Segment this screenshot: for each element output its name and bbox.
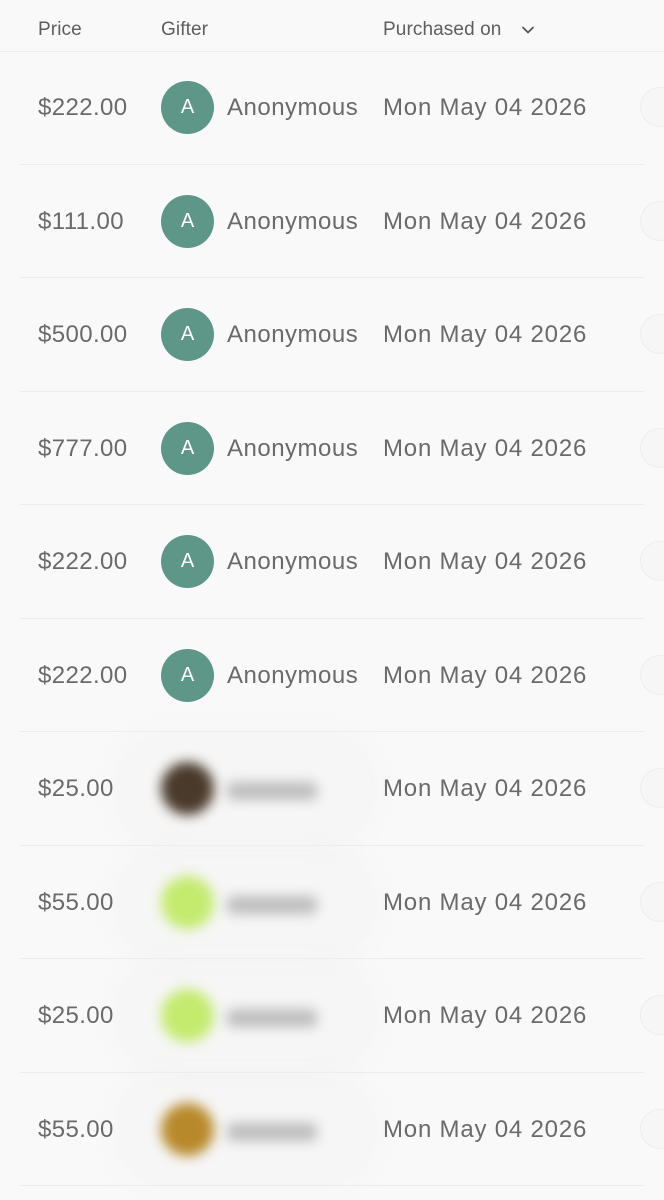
gift-purchases-table: Price Gifter Purchased on $222.00 A Anonym… [0,0,664,1200]
row-action-button[interactable] [640,654,664,695]
table-row[interactable]: $55.00 Mon May 04 2026 [0,1066,664,1193]
purchased-date-cell: Mon May 04 2026 [383,548,588,575]
gifter-name: Anonymous [227,207,359,235]
gifter-name [227,1122,317,1141]
table-row[interactable]: $222.00 A Anonymous Mon May 04 2026 [0,51,664,165]
table-row[interactable]: $777.00 A Anonymous Mon May 04 2026 [0,392,664,505]
purchased-date-cell: Mon May 04 2026 [383,661,588,689]
price-cell: $222.00 [38,661,128,689]
table-header: Price Gifter Purchased on [0,0,664,52]
column-header-price[interactable]: Price [38,19,82,41]
gifter-name [227,1009,317,1027]
row-action-button[interactable] [640,87,664,127]
gifter-name [227,895,317,914]
purchased-date-cell: Mon May 04 2026 [383,434,588,462]
price-cell: $55.00 [38,888,114,916]
avatar-initial: A [180,436,195,459]
gifter-avatar [161,989,214,1042]
gifter-avatar: A [161,308,214,361]
gifter-avatar: A [161,194,214,248]
gifter-name: Anonymous [227,661,359,689]
avatar-initial: A [180,209,195,232]
row-action-button[interactable] [640,541,664,581]
avatar-initial: A [180,96,195,118]
gifter-name: Anonymous [227,548,359,575]
row-action-button[interactable] [640,881,664,922]
purchased-date-cell: Mon May 04 2026 [383,1115,588,1143]
row-divider [20,1185,644,1186]
gifter-name: Anonymous [227,434,359,462]
chevron-down-icon[interactable] [520,22,536,38]
table-row[interactable]: $222.00 A Anonymous Mon May 04 2026 [0,619,664,732]
gifter-avatar: A [161,421,214,475]
column-header-gifter[interactable]: Gifter [161,19,208,41]
gifter-avatar: A [161,535,214,588]
row-action-button[interactable] [640,314,664,354]
avatar-initial: A [180,323,195,345]
table-row[interactable]: $111.00 A Anonymous Mon May 04 2026 [0,165,664,278]
gifter-avatar: A [161,648,214,702]
price-cell: $55.00 [38,1115,114,1143]
purchased-date-cell: Mon May 04 2026 [383,888,588,916]
row-action-button[interactable] [640,1108,664,1149]
gifter-avatar: A [161,81,214,134]
purchased-date-cell: Mon May 04 2026 [383,94,588,121]
gifter-name: Anonymous [227,94,359,121]
price-cell: $222.00 [38,548,128,575]
row-action-button[interactable] [640,768,664,808]
price-cell: $25.00 [38,1002,114,1029]
row-action-button[interactable] [640,995,664,1035]
gifter-avatar [161,875,214,929]
table-row[interactable]: $25.00 Mon May 04 2026 [0,953,664,1079]
price-cell: $500.00 [38,321,128,348]
row-action-button[interactable] [640,427,664,468]
purchased-date-cell: Mon May 04 2026 [383,207,588,235]
avatar-initial: A [180,663,195,686]
purchased-date-cell: Mon May 04 2026 [383,321,588,348]
price-cell: $25.00 [38,775,114,802]
column-header-purchased-on[interactable]: Purchased on [383,19,501,41]
table-row[interactable]: $500.00 A Anonymous Mon May 04 2026 [0,278,664,392]
gifter-name [227,782,317,800]
purchased-date-cell: Mon May 04 2026 [383,775,588,802]
table-row[interactable]: $55.00 Mon May 04 2026 [0,839,664,966]
table-row[interactable]: $25.00 Mon May 04 2026 [0,726,664,852]
purchased-date-cell: Mon May 04 2026 [383,1002,588,1029]
gifter-avatar [161,762,214,815]
gifter-avatar [161,1102,214,1156]
gifter-name: Anonymous [227,321,359,348]
price-cell: $111.00 [38,207,124,235]
price-cell: $222.00 [38,94,128,121]
price-cell: $777.00 [38,434,128,462]
row-action-button[interactable] [640,200,664,241]
avatar-initial: A [180,550,195,572]
table-row[interactable]: $222.00 A Anonymous Mon May 04 2026 [0,505,664,619]
